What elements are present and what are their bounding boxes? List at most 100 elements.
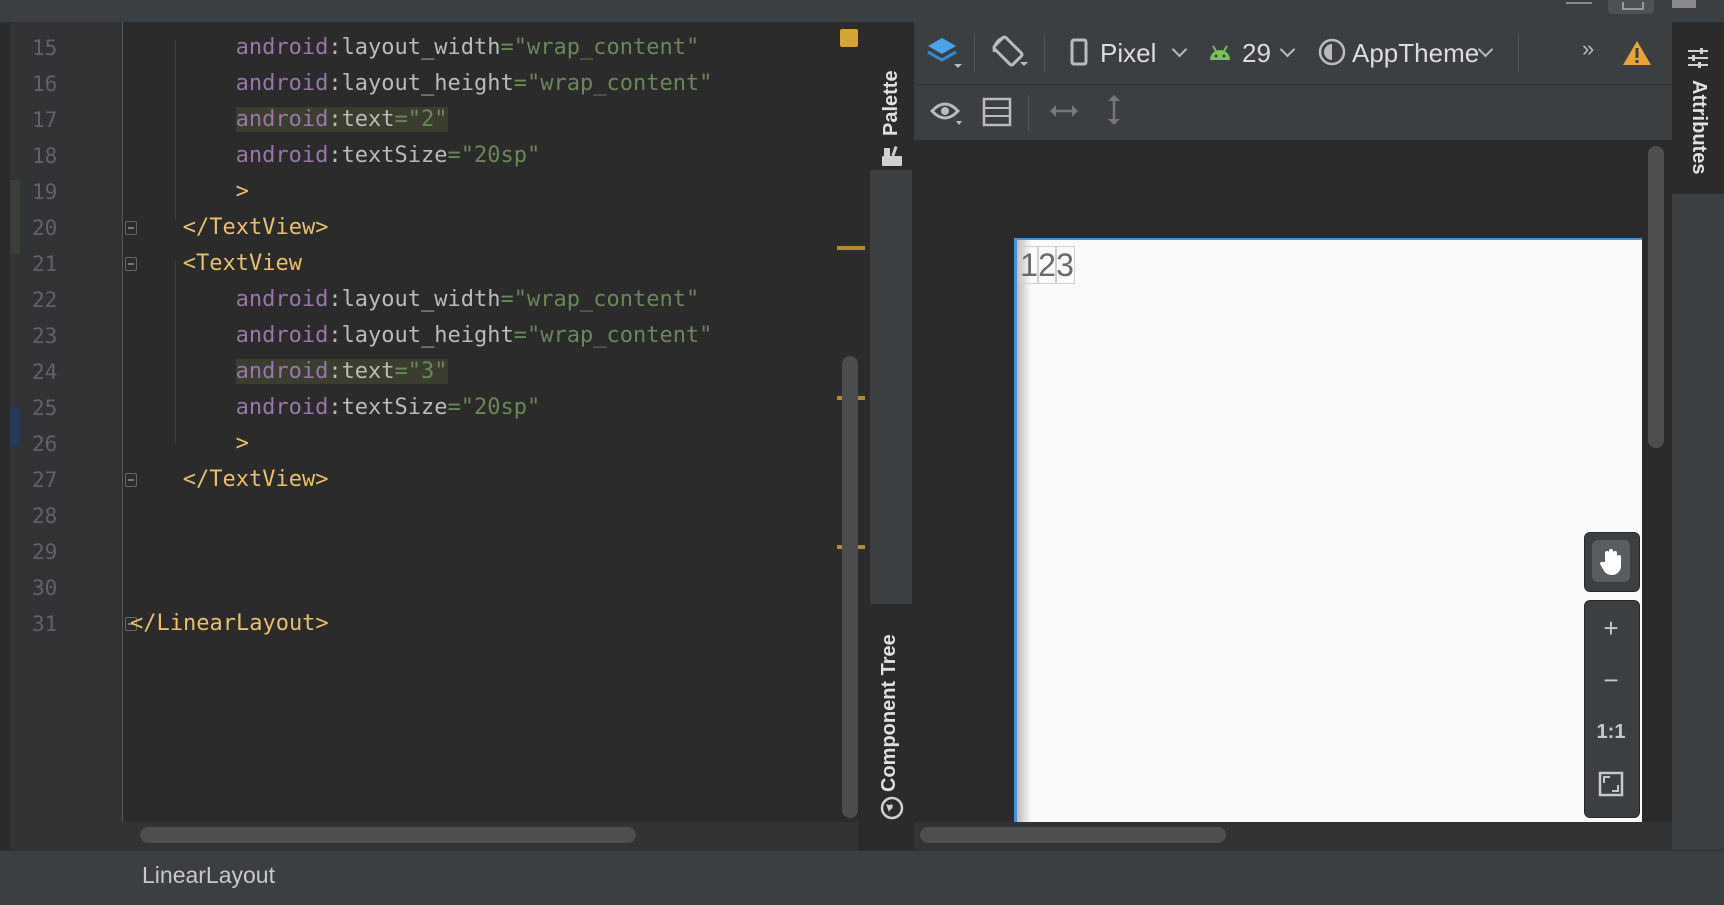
editor-vertical-scrollbar[interactable] [842,356,858,818]
maximize-icon[interactable] [1672,0,1696,8]
theme-selector[interactable]: AppTheme [1318,32,1498,74]
title-bar [0,0,1724,23]
fold-icon[interactable] [125,473,137,487]
code-line[interactable]: android:textSize="20sp" [236,138,541,174]
line-number: 26 [32,432,58,456]
line-number: 17 [32,108,58,132]
attributes-label: Attributes [1688,80,1710,175]
code-line[interactable]: android:textSize="20sp" [236,390,541,426]
canvas-vertical-scrollbar[interactable] [1648,146,1664,448]
device-label: Pixel [1100,38,1157,68]
xml-tag: > [235,179,249,204]
textview-preview[interactable]: 1 [1019,246,1039,284]
device-edge-shadow [1017,240,1031,822]
line-number: 19 [32,180,58,204]
code-line[interactable]: android:layout_width="wrap_content" [236,282,700,318]
chevron-down-icon [1171,41,1188,58]
textview-preview[interactable]: 3 [1055,246,1075,284]
canvas-horizontal-scrollbar[interactable] [920,827,1226,843]
xml-colon: : [328,287,342,312]
fit-screen-button[interactable] [1584,762,1638,806]
component-tree-tab[interactable]: Component Tree [870,604,912,850]
toolbar-separator [1028,95,1029,131]
code-line[interactable]: android:layout_width="wrap_content" [236,30,700,66]
minimize-icon[interactable] [1566,2,1592,4]
xml-value: "wrap_content" [527,323,713,348]
xml-colon: : [328,359,342,384]
xml-value: "wrap_content" [527,71,713,96]
code-line[interactable]: </TextView> [183,462,329,498]
attributes-tab[interactable]: Attributes [1672,22,1724,194]
xml-namespace: android [235,323,329,348]
fold-icon[interactable] [125,257,137,271]
vertical-resize-icon[interactable] [1104,93,1124,127]
code-line[interactable]: android:layout_height="wrap_content" [236,66,713,102]
palette-tab[interactable]: Palette [870,22,912,170]
xml-tag: </LinearLayout> [130,611,329,636]
zoom-out-button[interactable]: − [1584,658,1638,702]
code-line[interactable]: android:text="3" [235,354,448,390]
zoom-in-button[interactable]: + [1584,606,1638,650]
actual-size-button[interactable]: 1:1 [1584,710,1638,754]
warning-marker-icon[interactable] [840,29,858,47]
pan-button-active[interactable] [1592,540,1630,582]
xml-namespace: android [235,143,329,168]
code-line[interactable]: </LinearLayout> [130,606,329,642]
xml-attribute: layout_width [341,35,501,60]
theme-label: AppTheme [1352,38,1480,68]
line-number: 21 [32,252,58,276]
device-preview[interactable]: 1 2 3 [1014,238,1642,822]
device-selector[interactable]: Pixel [1070,32,1190,74]
eye-icon[interactable] [930,99,964,127]
api-level-selector[interactable]: 29 [1208,32,1296,74]
warning-icon[interactable] [1622,40,1652,66]
xml-namespace: android [235,35,329,60]
line-number: 28 [32,504,58,528]
chevron-down-icon [1279,41,1296,58]
xml-colon: : [328,323,342,348]
line-number: 31 [32,612,58,636]
chevron-down-icon [1477,41,1494,58]
xml-equals: = [394,107,408,132]
line-number: 18 [32,144,58,168]
breadcrumb[interactable]: LinearLayout [142,860,275,890]
textview-preview[interactable]: 2 [1037,246,1057,284]
code-editor[interactable]: 15 android:layout_width="wrap_content" 16 a… [10,22,868,850]
phone-icon [1070,38,1088,66]
xml-namespace: android [235,359,329,384]
xml-namespace: android [235,71,329,96]
code-line[interactable]: android:text="2" [235,102,448,138]
orientation-icon[interactable] [990,32,1028,72]
layout-toggle-icon[interactable] [1608,0,1654,14]
line-number: 23 [32,324,58,348]
theme-icon [1318,38,1346,66]
editor-horizontal-scrollbar[interactable] [140,827,636,843]
xml-equals: = [513,71,527,96]
palette-icon [882,145,902,166]
hand-icon [1599,549,1621,575]
code-line[interactable]: <TextView [183,246,302,282]
xml-tag: <TextView [182,251,303,276]
xml-value: "20sp" [460,143,541,168]
error-stripe-mark[interactable] [837,246,865,250]
xml-colon: : [328,107,342,132]
xml-colon: : [328,35,342,60]
horizontal-resize-icon[interactable] [1048,101,1080,121]
code-line[interactable]: android:layout_height="wrap_content" [236,318,713,354]
xml-value: "2" [407,107,448,132]
toolbar-separator [1044,34,1045,72]
code-line[interactable]: </TextView> [183,210,329,246]
blueprint-icon[interactable] [982,97,1012,127]
xml-equals: = [447,395,461,420]
xml-namespace: android [235,395,329,420]
xml-colon: : [328,143,342,168]
overflow-menu-icon[interactable]: » [1582,34,1594,64]
sliders-icon [1688,48,1708,68]
line-number: 15 [32,36,58,60]
layers-icon[interactable] [926,36,962,70]
code-line[interactable]: > [236,174,249,210]
xml-tag: </TextView> [182,467,329,492]
design-secondary-toolbar [914,85,1672,141]
code-line[interactable]: > [236,426,249,462]
fold-icon[interactable] [125,221,137,235]
